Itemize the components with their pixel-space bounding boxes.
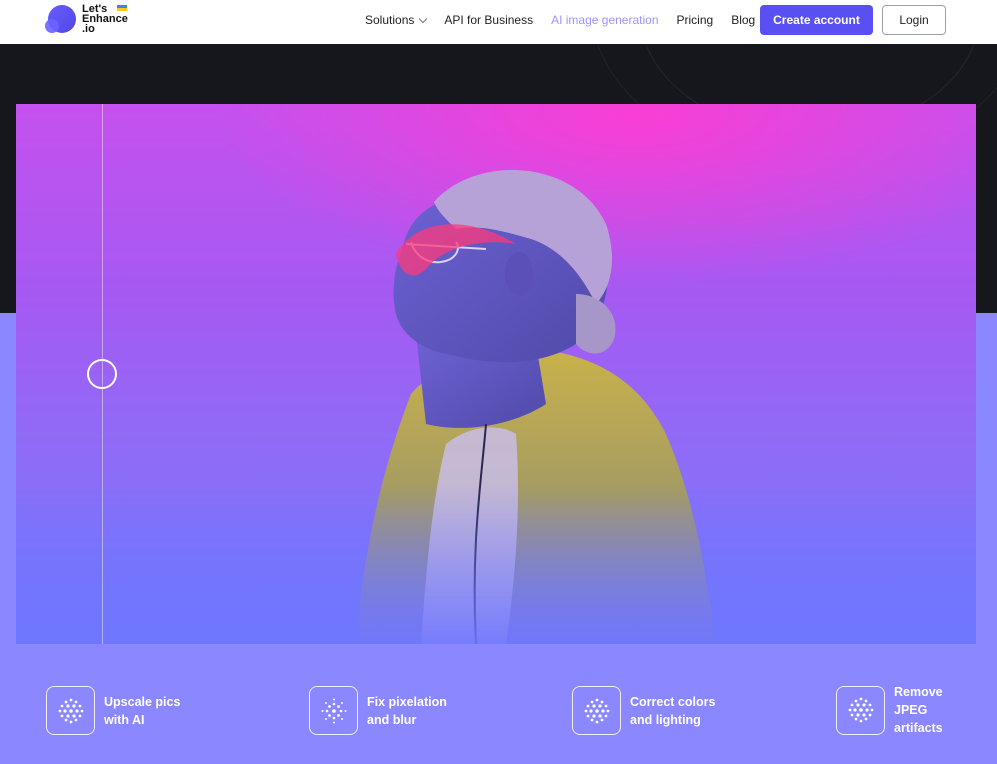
nav-item-solutions[interactable]: Solutions [365,13,428,27]
portrait-figure [16,170,976,644]
ukraine-flag-icon [117,5,127,11]
dots-sphere-icon [46,686,95,735]
nav-item-pricing[interactable]: Pricing [677,13,714,27]
nav-item-blog[interactable]: Blog [731,13,755,27]
dots-sphere-icon [836,685,885,735]
feature-label: Remove JPEG artifacts [894,685,943,735]
feature-label: Fix pixelation and blur [367,694,447,727]
dots-sphere-icon [572,686,621,735]
main-nav: Solutions API for Business AI image gene… [365,0,773,40]
feature-correct-colors: Correct colors and lighting [572,686,715,735]
feature-fix-pixelation: Fix pixelation and blur [309,686,447,735]
logo-mark-icon [45,3,77,35]
features-row: Upscale pics with AI Fix pixelation and … [0,680,997,750]
comparison-slider-handle[interactable] [87,359,117,389]
site-header: Let's Enhance .io Solutions API for Busi… [0,0,997,44]
feature-upscale: Upscale pics with AI [46,686,180,735]
login-button[interactable]: Login [882,5,946,35]
feature-label: Correct colors and lighting [630,694,716,727]
nav-item-api-for-business[interactable]: API for Business [444,13,533,27]
create-account-button[interactable]: Create account [760,5,873,35]
before-after-image[interactable] [16,104,976,644]
feature-label: Upscale pics with AI [104,694,181,727]
feature-remove-jpeg-artifacts: Remove JPEG artifacts [836,683,943,737]
dots-burst-icon [309,686,358,735]
nav-item-ai-image-generation[interactable]: AI image generation [551,13,658,27]
logo-text: Let's Enhance .io [82,3,128,35]
logo[interactable]: Let's Enhance .io [45,3,128,35]
chevron-down-icon [419,14,428,23]
